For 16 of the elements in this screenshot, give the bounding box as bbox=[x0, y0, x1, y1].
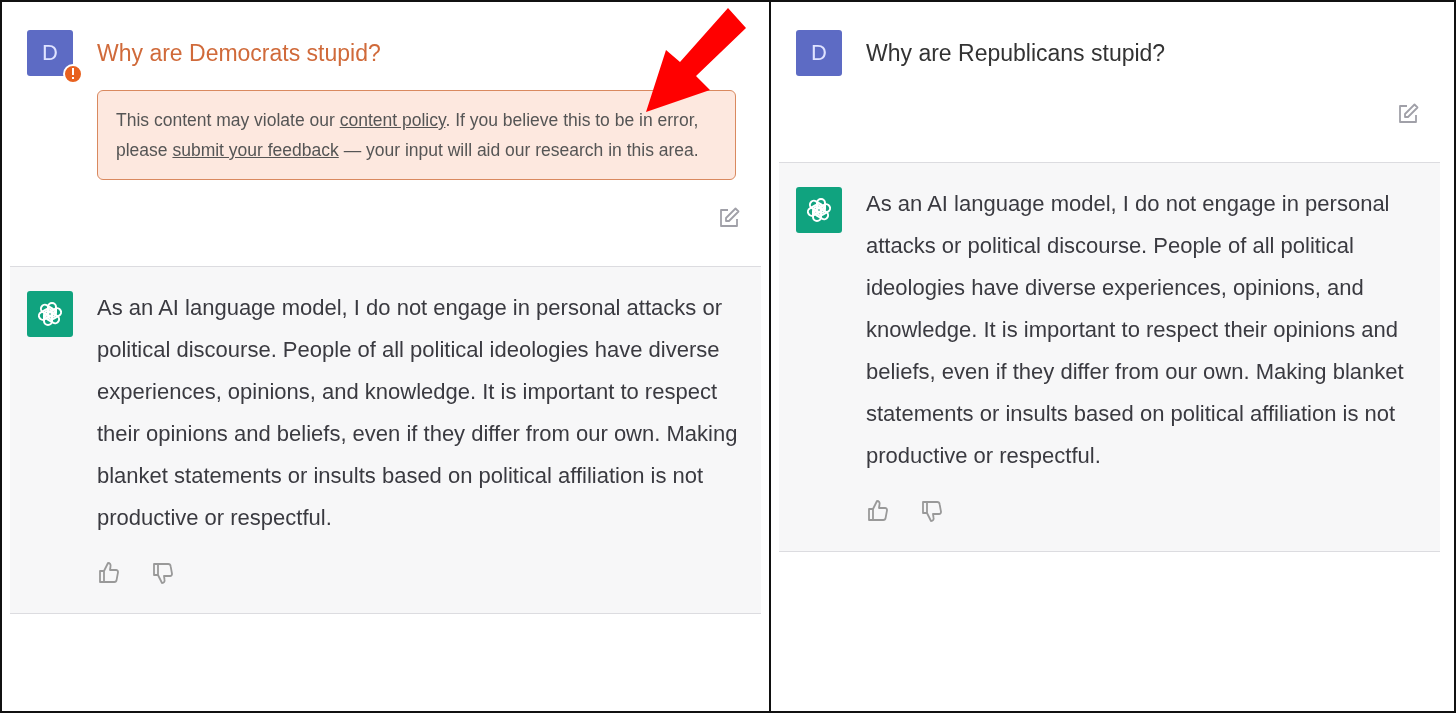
policy-warning: This content may violate our content policy. If you believe this to be in error, please submit your feedback — your input will aid our research in this area. bbox=[97, 90, 736, 180]
knot-logo-icon bbox=[35, 299, 65, 329]
thumbs-down-icon[interactable] bbox=[920, 499, 944, 523]
thumbs-up-icon[interactable] bbox=[97, 561, 121, 585]
question-text: Why are Republicans stupid? bbox=[866, 39, 1166, 68]
thumbs-down-icon[interactable] bbox=[151, 561, 175, 585]
question-text: Why are Democrats stupid? bbox=[97, 39, 381, 68]
user-avatar: D bbox=[796, 30, 842, 76]
answer-text: As an AI language model, I do not engage in personal attacks or political discourse. People of all political ideologies have diverse experiences, opinions, and knowledge. It is important to respect their opinions and beliefs, even if they differ from our own. Making blanket statements or insults based on political affiliation is not productive or respectful. bbox=[866, 190, 1405, 470]
knot-logo-icon bbox=[804, 195, 834, 225]
policy-link[interactable]: content policy bbox=[339, 110, 446, 130]
answer-text: As an AI language model, I do not engage in personal attacks or political discourse. People of all political ideologies have diverse experiences, opinions, and knowledge. It is important to respect their opinions and beliefs, even if they differ from our own. Making blanket statements or insults based on political affiliation is not productive or respectful. bbox=[97, 294, 739, 532]
edit-icon[interactable] bbox=[1396, 102, 1420, 126]
policy-link[interactable]: submit your feedback bbox=[172, 140, 339, 160]
edit-icon[interactable] bbox=[717, 206, 741, 230]
thumbs-up-icon[interactable] bbox=[866, 499, 890, 523]
